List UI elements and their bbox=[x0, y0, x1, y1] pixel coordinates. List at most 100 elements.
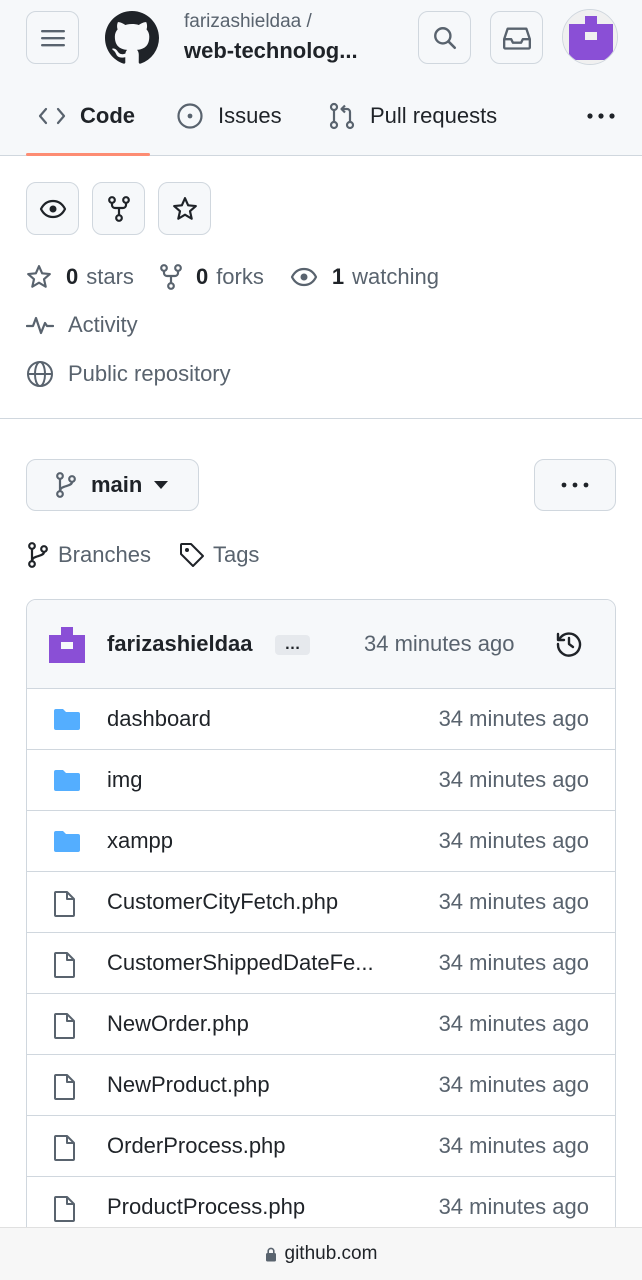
history-button[interactable] bbox=[555, 630, 583, 658]
menu-button[interactable] bbox=[26, 11, 79, 64]
pulse-icon bbox=[26, 316, 54, 335]
tab-pull-requests-label: Pull requests bbox=[370, 103, 498, 128]
activity-label: Activity bbox=[68, 312, 138, 337]
eye-icon bbox=[39, 199, 66, 218]
file-row[interactable]: NewProduct.php 34 minutes ago bbox=[27, 1055, 615, 1116]
global-header: farizashieldaa / web-technolog... bbox=[26, 9, 618, 65]
file-name[interactable]: NewOrder.php bbox=[107, 1011, 397, 1037]
search-icon bbox=[433, 26, 456, 49]
inbox-button[interactable] bbox=[490, 11, 543, 64]
search-button[interactable] bbox=[418, 11, 471, 64]
hamburger-icon bbox=[40, 29, 65, 46]
file-name[interactable]: img bbox=[107, 767, 397, 793]
watching-label: watching bbox=[352, 264, 439, 289]
commit-time: 34 minutes ago bbox=[364, 631, 515, 656]
more-tabs-button[interactable] bbox=[586, 90, 616, 142]
code-icon bbox=[38, 107, 66, 125]
file-row[interactable]: OrderProcess.php 34 minutes ago bbox=[27, 1116, 615, 1177]
file-icon bbox=[53, 1134, 77, 1162]
repo-forked-icon bbox=[107, 195, 130, 222]
git-branch-icon bbox=[56, 472, 76, 498]
branch-name: main bbox=[91, 472, 143, 497]
code-more-button[interactable] bbox=[534, 459, 616, 511]
repo-forked-icon bbox=[160, 264, 182, 290]
file-time: 34 minutes ago bbox=[438, 889, 589, 914]
tags-label: Tags bbox=[212, 542, 260, 567]
star-button[interactable] bbox=[158, 182, 211, 235]
repo-header: farizashieldaa / web-technolog... Code I… bbox=[0, 0, 642, 156]
file-row[interactable]: NewOrder.php 34 minutes ago bbox=[27, 994, 615, 1055]
file-name[interactable]: xampp bbox=[107, 828, 397, 854]
issue-opened-icon bbox=[177, 103, 203, 129]
kebab-horizontal-icon bbox=[561, 482, 589, 488]
section-divider bbox=[0, 418, 642, 419]
tab-pull-requests[interactable]: Pull requests bbox=[328, 90, 497, 142]
visibility-info: Public repository bbox=[26, 360, 231, 388]
triangle-down-icon bbox=[154, 481, 169, 489]
file-icon bbox=[53, 1073, 77, 1101]
branch-selector[interactable]: main bbox=[26, 459, 199, 511]
file-icon bbox=[53, 1012, 77, 1040]
commit-author[interactable]: farizashieldaa bbox=[107, 631, 253, 657]
fork-button[interactable] bbox=[92, 182, 145, 235]
identicon-icon bbox=[563, 10, 617, 64]
file-time: 34 minutes ago bbox=[438, 1194, 589, 1219]
file-name[interactable]: CustomerShippedDateFe... bbox=[107, 950, 397, 976]
active-tab-indicator bbox=[26, 153, 150, 156]
tab-code-label: Code bbox=[80, 103, 135, 128]
file-row[interactable]: dashboard 34 minutes ago bbox=[27, 689, 615, 750]
file-list: dashboard 34 minutes ago img 34 minutes ago… bbox=[27, 689, 615, 1238]
file-icon bbox=[53, 890, 77, 918]
star-icon bbox=[172, 196, 197, 220]
repo-owner-link[interactable]: farizashieldaa / bbox=[184, 11, 312, 33]
file-directory-icon bbox=[53, 829, 81, 853]
forks-link[interactable]: 0 forks bbox=[160, 264, 264, 290]
file-icon bbox=[53, 1195, 77, 1223]
forks-count: 0 bbox=[195, 264, 209, 289]
github-logo-icon[interactable] bbox=[105, 11, 159, 65]
browser-url-bar[interactable]: github.com bbox=[0, 1227, 642, 1280]
repo-name-link[interactable]: web-technolog... bbox=[184, 38, 358, 64]
repo-tabs: Code Issues Pull requests bbox=[26, 90, 616, 156]
tags-link[interactable]: Tags bbox=[179, 542, 259, 568]
kebab-horizontal-icon bbox=[587, 113, 615, 119]
watch-button[interactable] bbox=[26, 182, 79, 235]
branches-label: Branches bbox=[58, 542, 151, 567]
file-name[interactable]: OrderProcess.php bbox=[107, 1133, 397, 1159]
commit-message-toggle[interactable]: … bbox=[275, 635, 310, 655]
file-browser: farizashieldaa … 34 minutes ago dashboar… bbox=[26, 599, 616, 1239]
user-avatar[interactable] bbox=[562, 9, 618, 65]
stars-label: stars bbox=[86, 264, 134, 289]
tab-code[interactable]: Code bbox=[38, 90, 135, 142]
latest-commit: farizashieldaa … 34 minutes ago bbox=[27, 600, 615, 689]
file-time: 34 minutes ago bbox=[438, 1072, 589, 1097]
file-name[interactable]: NewProduct.php bbox=[107, 1072, 397, 1098]
stars-link[interactable]: 0 stars bbox=[26, 264, 134, 290]
inbox-icon bbox=[502, 26, 531, 50]
activity-link[interactable]: Activity bbox=[26, 312, 138, 338]
file-row[interactable]: xampp 34 minutes ago bbox=[27, 811, 615, 872]
identicon-icon bbox=[49, 627, 85, 663]
file-icon bbox=[53, 951, 77, 979]
file-name[interactable]: CustomerCityFetch.php bbox=[107, 889, 397, 915]
file-row[interactable]: img 34 minutes ago bbox=[27, 750, 615, 811]
file-name[interactable]: ProductProcess.php bbox=[107, 1194, 397, 1220]
commit-author-avatar[interactable] bbox=[49, 627, 85, 663]
forks-label: forks bbox=[216, 264, 264, 289]
watching-link[interactable]: 1 watching bbox=[290, 264, 439, 290]
git-pull-request-icon bbox=[329, 102, 355, 130]
star-icon bbox=[27, 265, 51, 288]
file-row[interactable]: CustomerCityFetch.php 34 minutes ago bbox=[27, 872, 615, 933]
globe-icon bbox=[27, 361, 53, 387]
file-row[interactable]: CustomerShippedDateFe... 34 minutes ago bbox=[27, 933, 615, 994]
file-time: 34 minutes ago bbox=[438, 1011, 589, 1036]
branches-link[interactable]: Branches bbox=[26, 542, 151, 568]
file-time: 34 minutes ago bbox=[438, 828, 589, 853]
browser-url: github.com bbox=[284, 1243, 378, 1264]
tab-issues[interactable]: Issues bbox=[176, 90, 282, 142]
file-directory-icon bbox=[53, 707, 81, 731]
tag-icon bbox=[179, 543, 204, 567]
file-time: 34 minutes ago bbox=[438, 706, 589, 731]
file-name[interactable]: dashboard bbox=[107, 706, 397, 732]
repo-stats: 0 stars 0 forks 1 watching bbox=[26, 264, 465, 290]
